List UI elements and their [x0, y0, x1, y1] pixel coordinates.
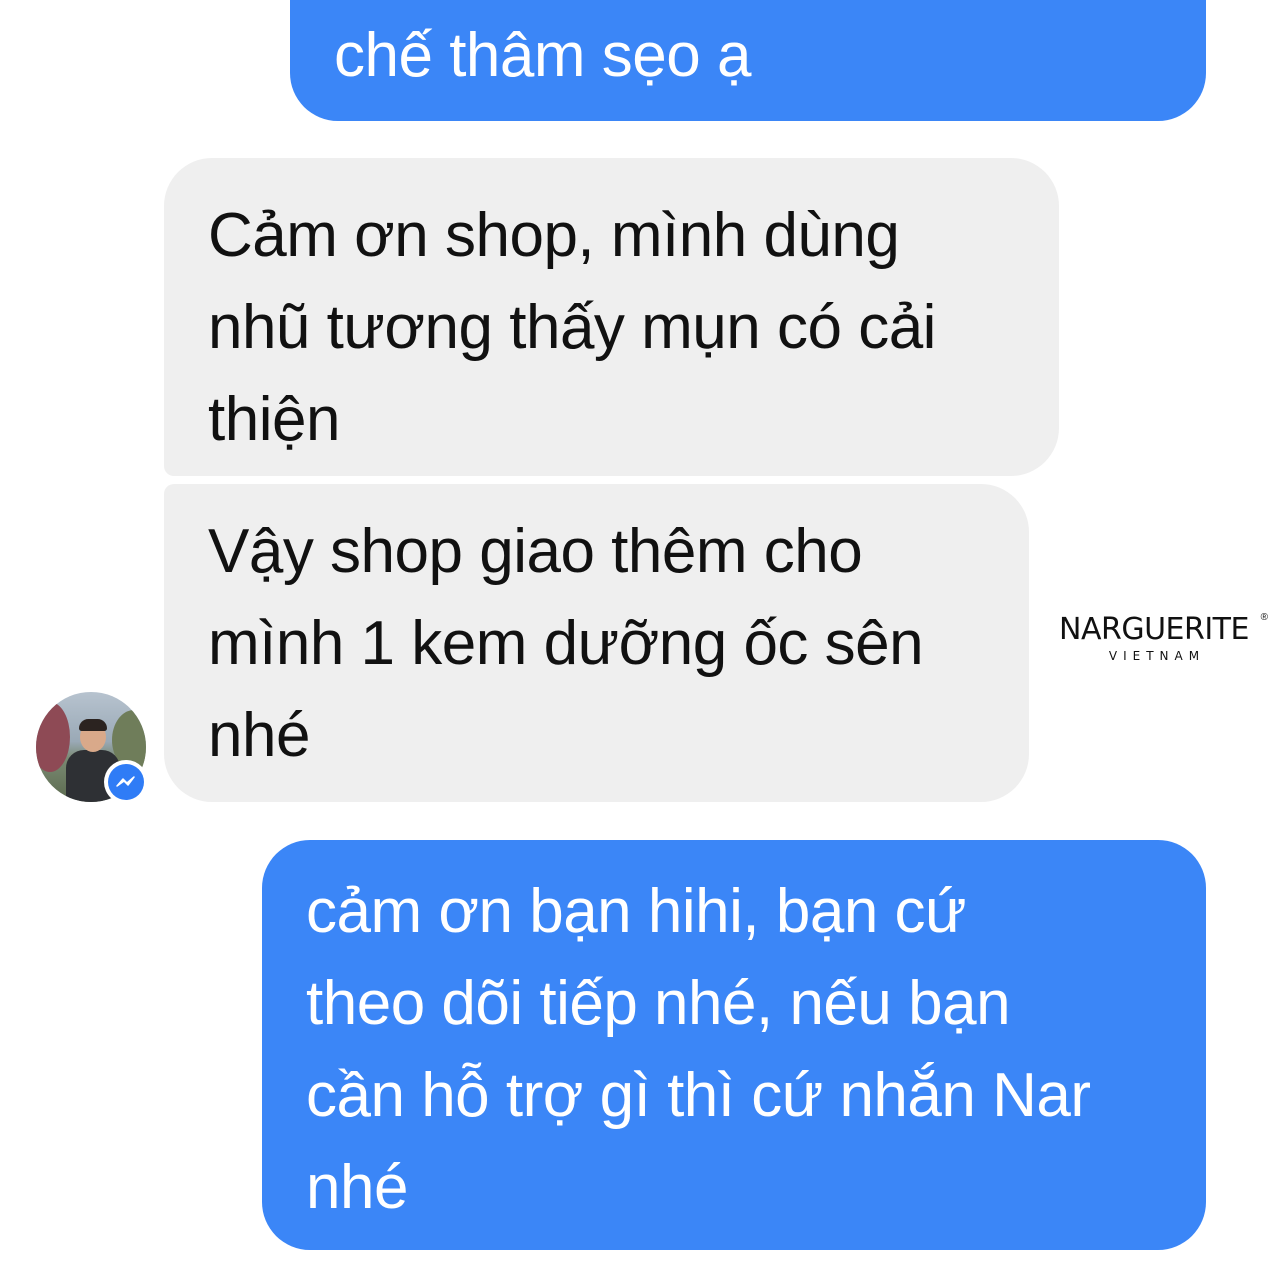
message-text-line: cảm ơn bạn hihi, bạn cứ [306, 877, 967, 946]
message-text-line: cần hỗ trợ gì thì cứ nhắn Nar [306, 1061, 1091, 1130]
registered-mark: ® [1260, 612, 1268, 623]
messenger-icon [116, 776, 135, 787]
message-text-line: nhũ tương thấy mụn có cải [208, 293, 936, 362]
avatar-person-hair [79, 719, 107, 731]
incoming-message-bubble[interactable]: Vậy shop giao thêm cho mình 1 kem dưỡng … [164, 484, 1029, 802]
message-text-line: Cảm ơn shop, mình dùng [208, 201, 900, 270]
message-text-line: nhé [208, 701, 310, 770]
messenger-badge [104, 760, 148, 804]
brand-name: NARGUERITE [1059, 612, 1249, 647]
avatar-tree-left [36, 702, 70, 772]
incoming-message-bubble[interactable]: Cảm ơn shop, mình dùng nhũ tương thấy mụ… [164, 158, 1059, 476]
outgoing-message-bubble[interactable]: chế thâm sẹo ạ [290, 0, 1206, 121]
message-text-line: Vậy shop giao thêm cho [208, 517, 863, 586]
message-text-line: mình 1 kem dưỡng ốc sên [208, 609, 924, 678]
outgoing-message-bubble[interactable]: cảm ơn bạn hihi, bạn cứ theo dõi tiếp nh… [262, 840, 1206, 1250]
message-text-line: chế thâm sẹo ạ [334, 21, 751, 90]
brand-subtitle: VIETNAM [1108, 649, 1206, 663]
message-text-line: theo dõi tiếp nhé, nếu bạn [306, 969, 1011, 1038]
brand-watermark-logo: NARGUERITE VIETNAM ® [1034, 612, 1274, 672]
message-text-line: nhé [306, 1153, 408, 1222]
message-text-line: thiện [208, 385, 340, 454]
